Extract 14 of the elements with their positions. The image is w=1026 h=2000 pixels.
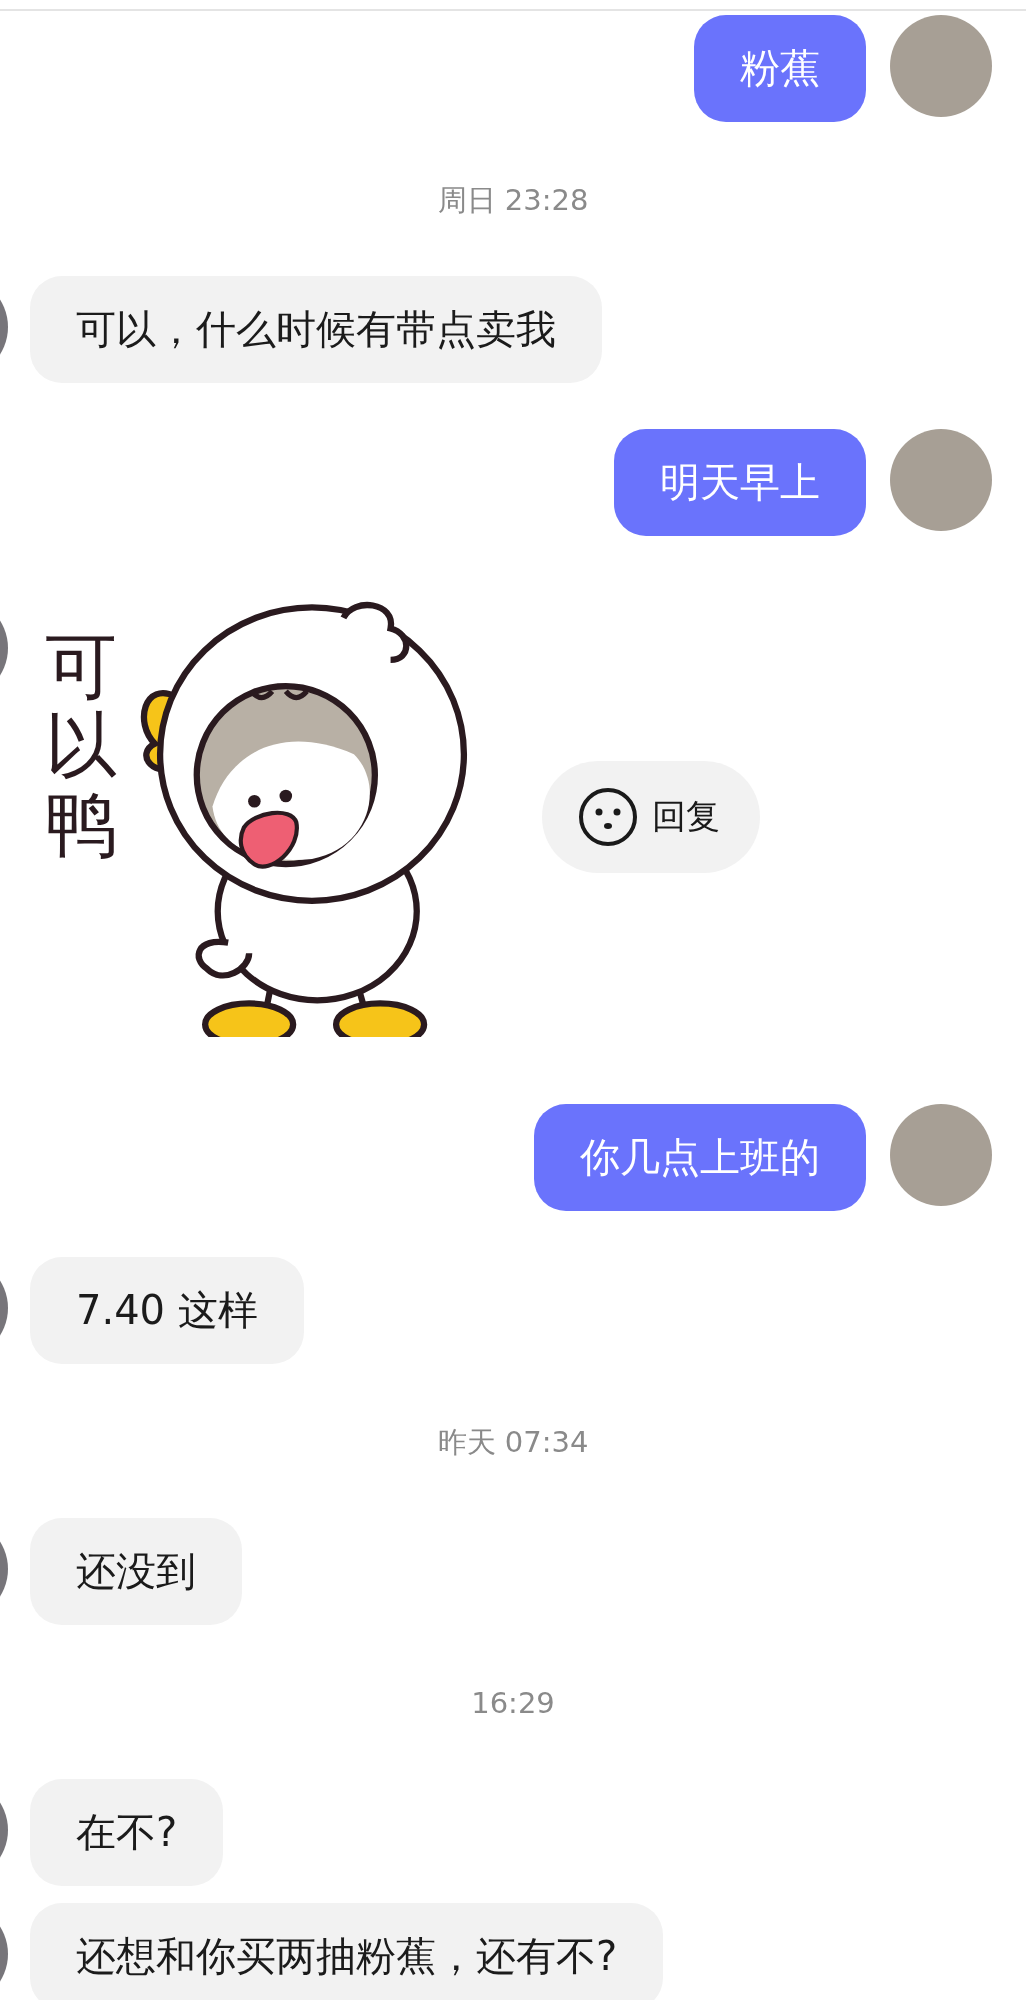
message-bubble: 粉蕉 — [694, 15, 866, 122]
message-bubble: 明天早上 — [614, 429, 866, 536]
message-bubble: 可以，什么时候有带点卖我 — [30, 276, 602, 383]
timestamp: 周日 23:28 — [437, 182, 589, 218]
message-bubble: 7.40 这样 — [30, 1257, 304, 1364]
message-bubble: 你几点上班的 — [534, 1104, 866, 1211]
timestamp: 16:29 — [471, 1685, 555, 1721]
sticker-caption: 可以鸭 — [45, 627, 117, 865]
message-bubble: 在不? — [30, 1779, 224, 1886]
timestamp: 昨天 07:34 — [437, 1424, 589, 1460]
reply-button[interactable]: 回复 — [542, 761, 760, 873]
message-bubble: 还想和你买两抽粉蕉，还有不? — [30, 1903, 664, 2000]
face-icon — [578, 787, 638, 847]
message-bubble: 还没到 — [30, 1518, 242, 1625]
